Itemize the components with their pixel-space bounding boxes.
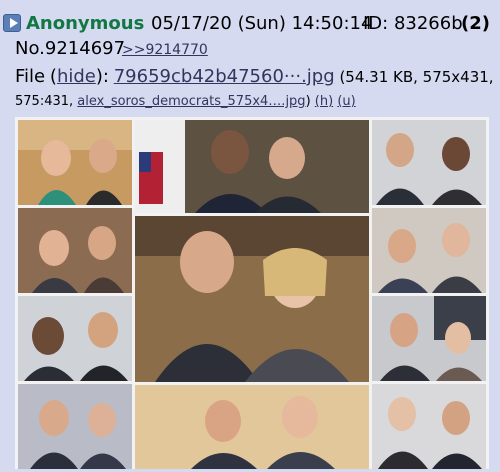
reply-backlink[interactable]: >>9214770 [122, 42, 208, 58]
photo-tile [372, 208, 486, 293]
photo-tile [135, 216, 369, 382]
file-name-link[interactable]: 79659cb42b47560···.jpg [114, 66, 335, 87]
photo-tile [18, 208, 132, 293]
hide-link[interactable]: hide [57, 66, 96, 87]
post-number[interactable]: No.9214697 [15, 38, 125, 59]
photo-tile [372, 120, 486, 205]
photo-tile [18, 296, 132, 381]
photo-tile [135, 385, 369, 469]
u-link[interactable]: (u) [337, 94, 355, 109]
poster-id[interactable]: ID: 83266b [363, 13, 463, 34]
original-filename-close: ) [305, 94, 311, 109]
photo-tile [372, 384, 486, 469]
hide-open-paren: ( [49, 66, 57, 87]
id-post-count: (2) [461, 13, 490, 34]
post-date: 05/17/20 (Sun) 14:50:14 [151, 13, 373, 34]
photo-tile [18, 120, 132, 205]
post-header: Anonymous 05/17/20 (Sun) 14:50:14 ID: 83… [0, 6, 500, 62]
play-icon[interactable] [3, 14, 21, 32]
photo-tile [135, 120, 369, 213]
h-link[interactable]: (h) [315, 94, 333, 109]
file-info-line: File (hide): 79659cb42b47560···.jpg (54.… [15, 64, 494, 90]
file-info-line-2: 575:431, alex_soros_democrats_575x4….jpg… [15, 89, 356, 115]
original-filename-link[interactable]: alex_soros_democrats_575x4….jpg [77, 94, 305, 109]
hide-close-paren: ): [95, 66, 109, 87]
file-label: File [15, 66, 46, 87]
photo-tile [372, 296, 486, 381]
photo-tile [18, 384, 132, 469]
image-thumbnail[interactable] [15, 117, 489, 469]
file-size: (54.31 KB, 575x431, [339, 68, 494, 86]
file-aspect: 575:431, [15, 94, 74, 109]
poster-name: Anonymous [26, 13, 145, 34]
